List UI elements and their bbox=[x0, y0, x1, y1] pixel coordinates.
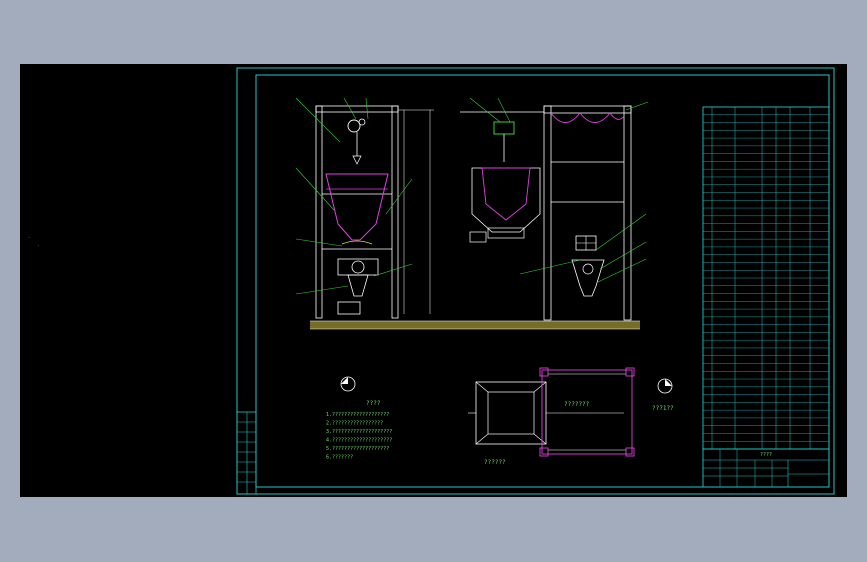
drawing-canvas: - · ???? ???? 1.???????????????????2.???… bbox=[28, 67, 835, 495]
notes-line: 3.???????????????????? bbox=[326, 429, 392, 435]
revision-strip bbox=[236, 411, 257, 495]
ground-slab bbox=[310, 321, 640, 329]
notes-line: 2.????????????????? bbox=[326, 421, 383, 427]
cad-drawing-viewport[interactable]: - · ???? ???? 1.??????????????????? 2.??… bbox=[20, 64, 847, 497]
stray-mark: · bbox=[37, 243, 39, 248]
stray-mark: - bbox=[28, 235, 30, 240]
side-elevation-view bbox=[460, 105, 632, 321]
front-elevation-view bbox=[315, 105, 434, 319]
notes-heading: ???? bbox=[366, 400, 381, 407]
detail-frame-view bbox=[539, 367, 635, 457]
elevation-symbol bbox=[340, 376, 673, 394]
notes-line: 6.??????? bbox=[326, 455, 353, 461]
plan-view bbox=[468, 381, 624, 445]
title-block-name: ???? bbox=[760, 452, 772, 458]
notes-line: 5.??????????????????? bbox=[326, 446, 389, 452]
symbol-label: ???1?? bbox=[652, 405, 674, 412]
notes-block: 1.??????????????????? 2.?????????????????… bbox=[326, 412, 392, 461]
parts-list-table bbox=[702, 106, 830, 450]
detail-label: ??????? bbox=[564, 401, 590, 408]
plan-view-label: ?????? bbox=[484, 459, 506, 466]
notes-line: 1.??????????????????? bbox=[326, 412, 389, 418]
notes-line: 4.???????????????????? bbox=[326, 438, 392, 444]
